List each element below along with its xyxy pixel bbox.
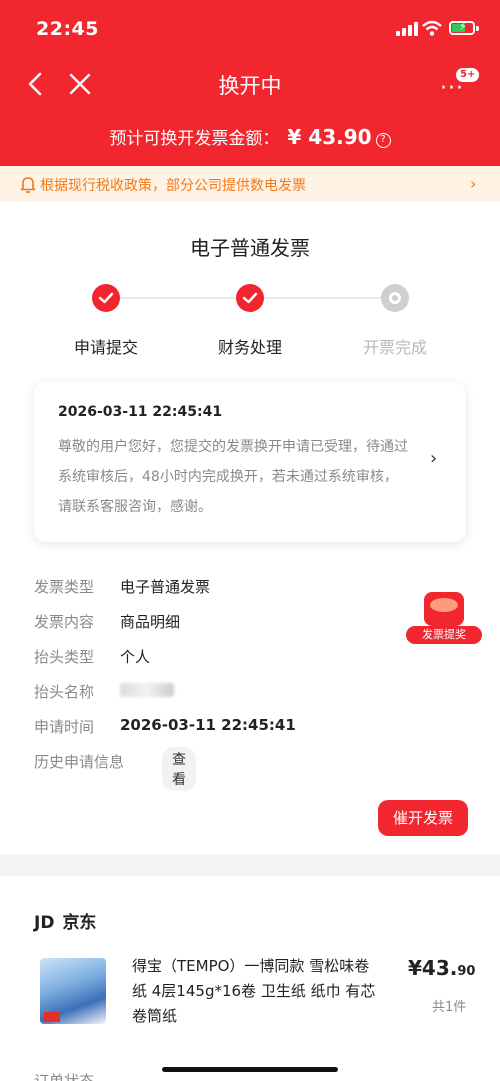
home-indicator bbox=[162, 1067, 338, 1072]
bell-icon bbox=[20, 177, 36, 193]
view-history-button[interactable]: 查看 bbox=[162, 747, 196, 791]
product-quantity: 共1件 bbox=[432, 1000, 467, 1015]
urge-invoice-button[interactable]: 催开发票 bbox=[378, 800, 468, 836]
shop-header[interactable]: JD 京东 bbox=[34, 908, 96, 933]
battery-icon: ⚡ bbox=[449, 20, 475, 35]
detail-key: 发票内容 bbox=[34, 613, 95, 631]
detail-value: 电子普通发票 bbox=[120, 578, 211, 596]
progress-message: 尊敬的用户您好，您提交的发票换开申请已受理，待通过系统审核后，48小时内完成换开… bbox=[58, 439, 408, 515]
step-label: 申请提交 bbox=[73, 338, 138, 357]
battery-tip bbox=[476, 26, 479, 31]
step-pending-icon bbox=[381, 284, 409, 312]
detail-value: 个人 bbox=[120, 648, 151, 666]
order-status-label: 订单状态 bbox=[34, 1072, 95, 1081]
product-image[interactable] bbox=[40, 958, 106, 1024]
more-icon: ··· bbox=[440, 76, 464, 101]
detail-key: 抬头名称 bbox=[34, 683, 95, 701]
step-connector bbox=[264, 297, 382, 299]
progress-message-card[interactable]: 2026-03-11 22:45:41 尊敬的用户您好，您提交的发票换开申请已受… bbox=[34, 382, 466, 542]
nav-bar: 换开中 ··· 5+ bbox=[0, 58, 500, 110]
page-title: 换开中 bbox=[218, 74, 282, 98]
shop-name: 京东 bbox=[62, 913, 97, 933]
invoice-type-title: 电子普通发票 bbox=[190, 236, 310, 260]
product-price: ¥43.90 bbox=[408, 956, 476, 980]
cellular-signal-icon bbox=[396, 22, 418, 36]
jd-logo: JD bbox=[34, 913, 55, 933]
gift-icon bbox=[424, 592, 464, 626]
header: 22:45 ⚡ 换开中 ··· 5+ 预计可换开发票金额： ¥ 43.90? bbox=[0, 0, 500, 166]
detail-value: 商品明细 bbox=[120, 613, 181, 631]
reward-tag: 发票提奖 bbox=[406, 626, 482, 644]
status-time: 22:45 bbox=[36, 18, 99, 40]
step-label: 开票完成 bbox=[362, 338, 427, 357]
product-name[interactable]: 得宝（TEMPO）一博同款 雪松味卷纸 4层145g*16卷 卫生纸 纸巾 有芯… bbox=[132, 954, 378, 1029]
notice-text: 根据现行税收政策，部分公司提供数电发票 bbox=[40, 178, 306, 194]
invoice-card: 电子普通发票 申请提交 财务处理 开票完成 2026-03-11 22:45:4… bbox=[0, 202, 500, 854]
message-badge: 5+ bbox=[456, 68, 480, 82]
status-bar: 22:45 ⚡ bbox=[0, 0, 500, 58]
tax-notice-bar[interactable]: 根据现行税收政策，部分公司提供数电发票 › bbox=[0, 166, 500, 202]
amount-label: 预计可换开发票金额： bbox=[109, 129, 280, 149]
detail-key: 发票类型 bbox=[34, 578, 95, 596]
help-icon[interactable]: ? bbox=[375, 133, 391, 148]
step-check-icon bbox=[236, 284, 264, 312]
detail-value: 2026-03-11 22:45:41 bbox=[120, 716, 296, 734]
more-button[interactable]: ··· 5+ bbox=[436, 68, 480, 101]
estimated-amount: 预计可换开发票金额： ¥ 43.90? bbox=[0, 124, 500, 149]
step-check-icon bbox=[92, 284, 120, 312]
chevron-right-icon: › bbox=[430, 448, 438, 469]
chevron-right-icon: › bbox=[470, 174, 477, 193]
detail-key: 申请时间 bbox=[34, 718, 95, 736]
invoice-reward-widget[interactable]: 发票提奖 bbox=[406, 592, 482, 648]
amount-value: ¥ 43.90 bbox=[287, 125, 372, 149]
step-connector bbox=[120, 297, 238, 299]
detail-value-redacted bbox=[120, 681, 174, 699]
detail-key: 历史申请信息 bbox=[34, 753, 125, 771]
order-section: JD 京东 得宝（TEMPO）一博同款 雪松味卷纸 4层145g*16卷 卫生纸 … bbox=[0, 876, 500, 1081]
step-label: 财务处理 bbox=[217, 338, 282, 357]
progress-timestamp: 2026-03-11 22:45:41 bbox=[58, 404, 223, 420]
wifi-icon bbox=[422, 20, 442, 36]
detail-key: 抬头类型 bbox=[34, 648, 95, 666]
